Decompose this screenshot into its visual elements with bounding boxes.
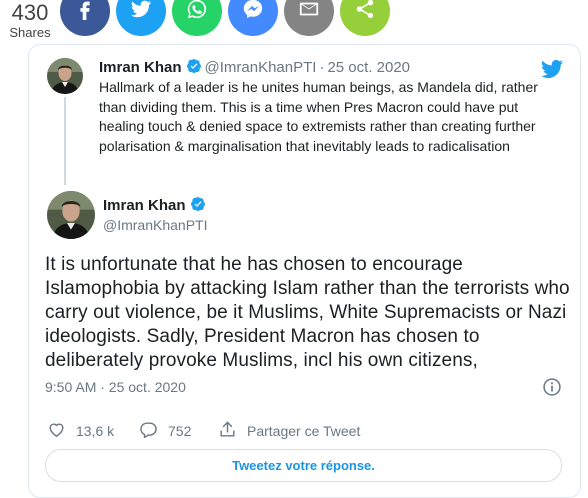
author-name[interactable]: Imran Khan	[103, 197, 186, 214]
tweet-card[interactable]: Imran Khan @ImranKhanPTI · 25 oct. 2020 Hal…	[28, 44, 581, 498]
quoted-author-handle[interactable]: @ImranKhanPTI	[205, 59, 317, 76]
quoted-header: Imran Khan @ImranKhanPTI · 25 oct. 2020	[99, 58, 410, 76]
share-count-number: 430	[11, 0, 49, 25]
like-action[interactable]: 13,6 k	[47, 420, 114, 442]
share-count: 430 Shares	[4, 0, 56, 40]
quoted-avatar[interactable]	[47, 58, 83, 94]
quoted-author-name[interactable]: Imran Khan	[99, 59, 182, 76]
sharethis-share-button[interactable]	[340, 0, 390, 36]
author-avatar[interactable]	[47, 191, 95, 239]
like-count: 13,6 k	[76, 423, 115, 439]
avatar-image	[47, 191, 95, 239]
reply-action[interactable]: 752	[139, 420, 191, 442]
reply-button[interactable]: Tweetez votre réponse.	[45, 449, 562, 482]
messenger-icon	[242, 0, 264, 25]
upload-share-icon	[218, 420, 247, 442]
messenger-share-button[interactable]	[228, 0, 278, 36]
whatsapp-share-button[interactable]	[172, 0, 222, 36]
author-handle[interactable]: @ImranKhanPTI	[103, 217, 207, 233]
email-share-button[interactable]	[284, 0, 334, 36]
reply-icon	[139, 420, 168, 442]
info-icon[interactable]	[542, 377, 562, 397]
twitter-icon	[130, 0, 152, 25]
quoted-separator: ·	[319, 59, 325, 76]
share-count-label: Shares	[9, 25, 51, 40]
twitter-share-button[interactable]	[116, 0, 166, 36]
facebook-icon	[74, 0, 96, 25]
tweet-timestamp[interactable]: 9:50 AM · 25 oct. 2020	[45, 379, 186, 395]
quoted-tweet-text: Hallmark of a leader is he unites human …	[99, 79, 538, 154]
email-icon	[298, 0, 320, 25]
whatsapp-icon	[186, 0, 208, 25]
share-tweet-action[interactable]: Partager ce Tweet	[218, 420, 360, 442]
facebook-share-button[interactable]	[60, 0, 110, 36]
verified-badge-icon	[186, 58, 202, 74]
quoted-date[interactable]: 25 oct. 2020	[327, 59, 410, 76]
tweet-text: It is unfortunate that he has chosen to …	[45, 254, 570, 371]
reply-count: 752	[168, 423, 192, 439]
heart-icon	[47, 420, 76, 442]
share-icon	[354, 0, 376, 25]
verified-badge-icon	[190, 196, 206, 212]
author-name-row: Imran Khan	[103, 196, 209, 214]
share-tweet-label: Partager ce Tweet	[247, 423, 361, 439]
avatar-image	[47, 58, 83, 94]
thread-connector	[64, 97, 66, 185]
